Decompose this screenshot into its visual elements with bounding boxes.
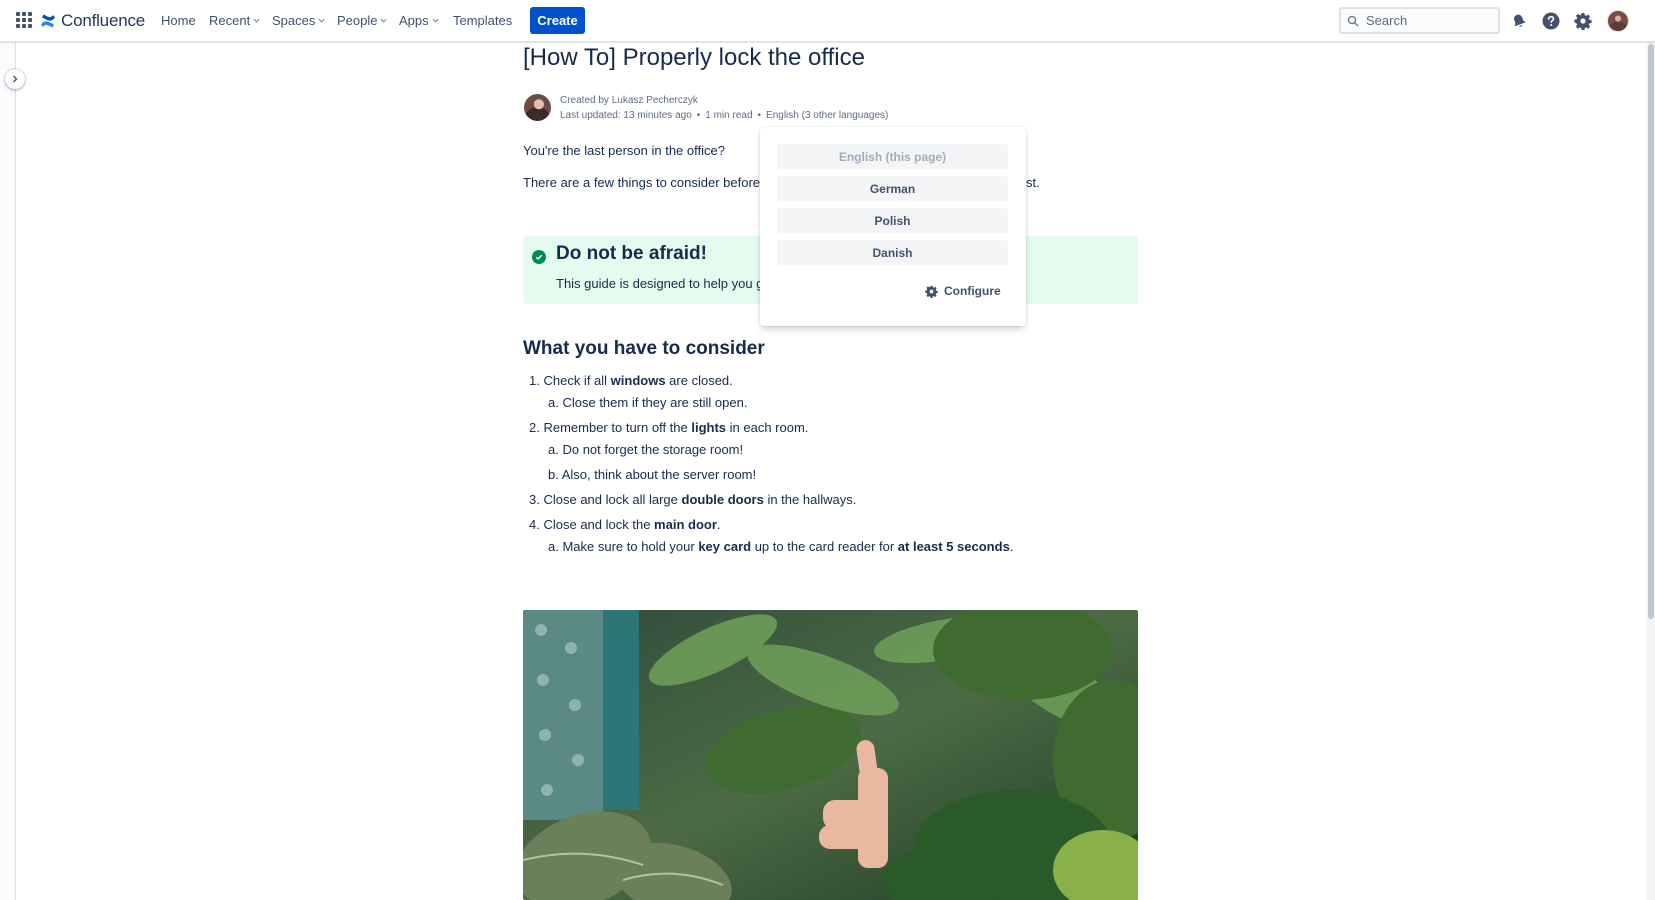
product-name: Confluence bbox=[61, 11, 146, 30]
list-item-2b: b. Also, think about the server room! bbox=[548, 467, 756, 482]
list-number: 3. bbox=[529, 492, 540, 507]
list-letter: b. bbox=[548, 467, 559, 482]
list-text: in each room. bbox=[726, 420, 809, 435]
chevron-down-icon bbox=[380, 18, 387, 23]
list-item-4: 4. Close and lock the main door. bbox=[529, 517, 721, 532]
list-text: Close and lock all large bbox=[543, 492, 682, 507]
scrollbar-thumb[interactable] bbox=[1648, 44, 1654, 619]
plants-thumbs-up-image[interactable] bbox=[523, 610, 1138, 900]
language-option-danish[interactable]: Danish bbox=[777, 240, 1008, 265]
nav-spaces[interactable]: Spaces bbox=[272, 13, 325, 28]
list-item-1a: a. Close them if they are still open. bbox=[548, 395, 747, 410]
last-updated[interactable]: Last updated: 13 minutes ago bbox=[560, 110, 692, 121]
list-emphasis: main door bbox=[654, 517, 717, 532]
list-text: are closed. bbox=[665, 373, 733, 388]
search-icon bbox=[1347, 15, 1359, 26]
nav-recent[interactable]: Recent bbox=[209, 13, 260, 28]
language-dropdown-menu: English (this page) German Polish Danish… bbox=[760, 127, 1026, 326]
list-item-2a: a. Do not forget the storage room! bbox=[548, 442, 743, 457]
nav-people-label: People bbox=[337, 13, 378, 28]
chevron-right-icon bbox=[13, 75, 18, 83]
list-item-4a: a. Make sure to hold your key card up to… bbox=[548, 539, 1013, 554]
list-text: up to the card reader for bbox=[751, 539, 898, 554]
confluence-logo-icon bbox=[41, 14, 55, 28]
page-title: [How To] Properly lock the office bbox=[523, 44, 865, 71]
language-switcher[interactable]: English (3 other languages) bbox=[766, 110, 888, 121]
settings-gear-icon[interactable] bbox=[1572, 10, 1594, 32]
create-button[interactable]: Create bbox=[530, 7, 585, 34]
list-text: . bbox=[716, 517, 721, 532]
list-number: 4. bbox=[529, 517, 540, 532]
intro-paragraph-2-start: There are a few things to consider befor… bbox=[523, 175, 761, 190]
nav-apps-label: Apps bbox=[399, 13, 429, 28]
user-avatar[interactable] bbox=[1607, 10, 1629, 32]
search-input[interactable] bbox=[1366, 13, 1486, 28]
language-option-german[interactable]: German bbox=[777, 176, 1008, 201]
list-text: . bbox=[1009, 539, 1014, 554]
list-item-1: 1. Check if all windows are closed. bbox=[529, 373, 733, 388]
list-text: Do not forget the storage room! bbox=[562, 442, 744, 457]
language-option-english: English (this page) bbox=[777, 144, 1008, 169]
author-link[interactable]: Lukasz Pecherczyk bbox=[612, 95, 698, 106]
list-emphasis: windows bbox=[610, 373, 666, 388]
chevron-down-icon bbox=[253, 18, 260, 23]
language-option-polish[interactable]: Polish bbox=[777, 208, 1008, 233]
byline-created-line: Created by Lukasz Pecherczyk bbox=[560, 93, 888, 108]
page-byline: Created by Lukasz Pecherczyk Last update… bbox=[560, 93, 888, 123]
separator-dot: • bbox=[757, 110, 762, 121]
intro-paragraph-2-end: st. bbox=[1026, 175, 1040, 190]
nav-people[interactable]: People bbox=[337, 13, 387, 28]
confluence-logo[interactable]: Confluence bbox=[40, 10, 145, 32]
chevron-down-icon bbox=[318, 18, 325, 23]
list-text: Close them if they are still open. bbox=[562, 395, 748, 410]
configure-label: Configure bbox=[944, 284, 1001, 298]
nav-spaces-label: Spaces bbox=[272, 13, 316, 28]
panel-title: Do not be afraid! bbox=[556, 243, 707, 264]
author-avatar[interactable] bbox=[524, 94, 551, 121]
chevron-down-icon bbox=[432, 18, 439, 23]
list-text: Also, think about the server room! bbox=[561, 467, 757, 482]
app-switcher-icon[interactable] bbox=[16, 12, 32, 28]
read-time: 1 min read bbox=[705, 110, 753, 121]
list-emphasis: at least 5 seconds bbox=[897, 539, 1010, 554]
separator-dot: • bbox=[696, 110, 701, 121]
check-circle-icon bbox=[532, 250, 546, 264]
list-letter: a. bbox=[548, 395, 559, 410]
list-number: 2. bbox=[529, 420, 540, 435]
list-text: Make sure to hold your bbox=[562, 539, 699, 554]
intro-paragraph-2: There are a few things to consider befor… bbox=[523, 175, 760, 190]
notifications-bell-icon[interactable] bbox=[1508, 10, 1530, 32]
list-text: Close and lock the bbox=[543, 517, 655, 532]
top-navigation: Confluence Home Recent Spaces People App… bbox=[0, 0, 1655, 42]
byline-meta-line: Last updated: 13 minutes ago • 1 min read •… bbox=[560, 108, 888, 123]
list-emphasis: lights bbox=[691, 420, 727, 435]
expand-sidebar-button[interactable] bbox=[5, 69, 25, 89]
list-emphasis: key card bbox=[698, 539, 752, 554]
nav-apps[interactable]: Apps bbox=[399, 13, 439, 28]
search-box[interactable] bbox=[1339, 7, 1500, 34]
list-text: Check if all bbox=[543, 373, 611, 388]
list-emphasis: double doors bbox=[681, 492, 764, 507]
byline-created-prefix: Created by bbox=[560, 95, 612, 106]
section-heading: What you have to consider bbox=[523, 338, 765, 359]
intro-paragraph-1: You're the last person in the office? bbox=[523, 143, 725, 158]
list-item-2: 2. Remember to turn off the lights in ea… bbox=[529, 420, 808, 435]
nav-home-label: Home bbox=[161, 13, 196, 28]
list-number: 1. bbox=[529, 373, 540, 388]
nav-home[interactable]: Home bbox=[161, 13, 196, 28]
list-text: in the hallways. bbox=[763, 492, 857, 507]
nav-templates-label: Templates bbox=[453, 13, 513, 28]
nav-recent-label: Recent bbox=[209, 13, 251, 28]
help-icon[interactable] bbox=[1540, 10, 1562, 32]
nav-templates[interactable]: Templates bbox=[453, 13, 512, 28]
panel-text: This guide is designed to help you g bbox=[556, 276, 764, 291]
configure-languages-button[interactable]: Configure bbox=[925, 284, 1001, 298]
list-item-3: 3. Close and lock all large double doors… bbox=[529, 492, 856, 507]
list-letter: a. bbox=[548, 539, 559, 554]
collapsed-sidebar bbox=[0, 42, 16, 900]
gear-icon bbox=[925, 285, 938, 298]
list-text: Remember to turn off the bbox=[543, 420, 692, 435]
list-letter: a. bbox=[548, 442, 559, 457]
